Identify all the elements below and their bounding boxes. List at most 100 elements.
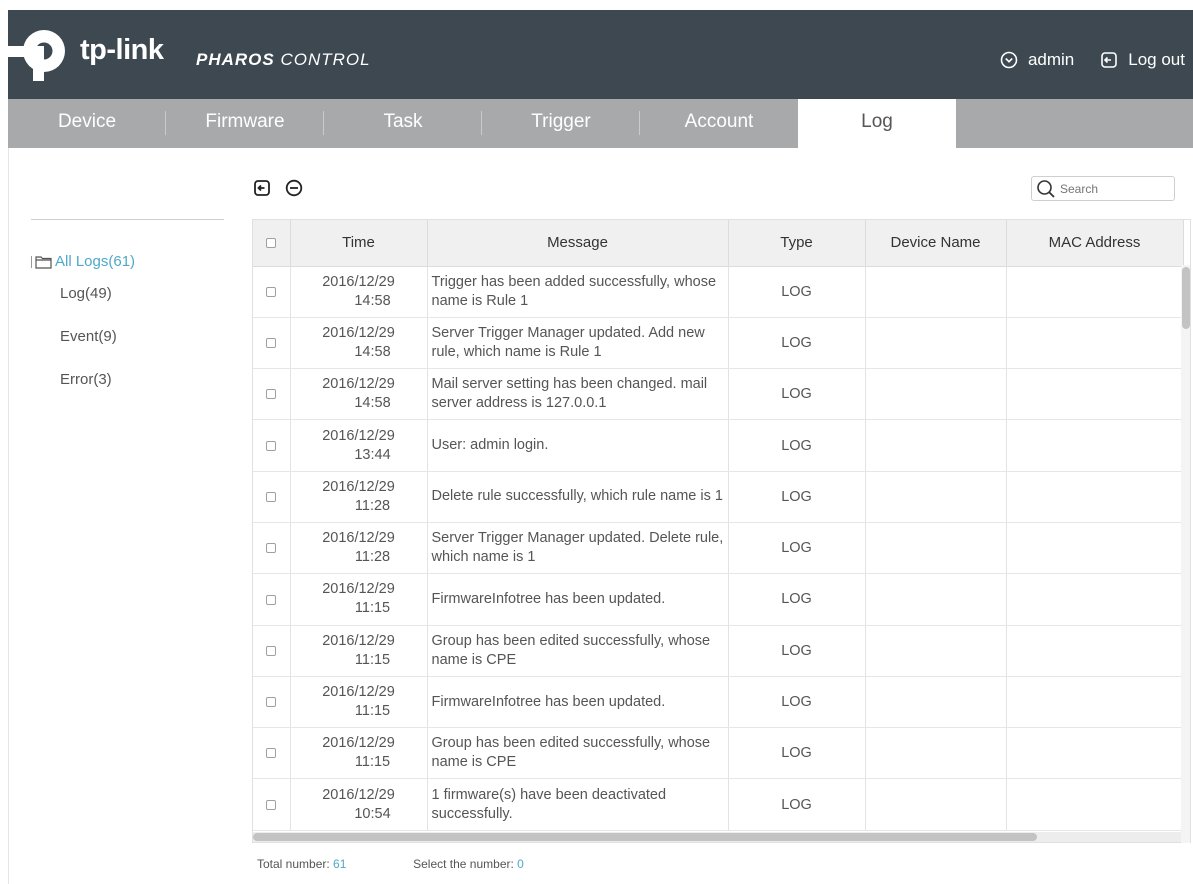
row-checkbox[interactable]	[266, 645, 277, 656]
device-name-cell	[865, 368, 1007, 421]
time-cell: 2016/12/29 11:15	[290, 625, 428, 677]
table-row[interactable]: 2016/12/29 11:15 FirmwareInfotree has been…	[253, 573, 1184, 626]
minus-circle-icon[interactable]	[285, 179, 303, 197]
type-cell: LOG	[728, 471, 866, 523]
date-text: 2016/12/29	[322, 478, 395, 495]
row-checkbox[interactable]	[266, 543, 277, 554]
row-checkbox[interactable]	[266, 389, 277, 400]
column-header-device-name[interactable]: Device Name	[865, 220, 1007, 267]
row-checkbox[interactable]	[266, 697, 277, 708]
column-header-mac-address[interactable]: MAC Address	[1006, 220, 1184, 267]
tab-device[interactable]: Device	[8, 99, 166, 148]
table-row[interactable]: 2016/12/29 14:58 Server Trigger Manager up…	[253, 317, 1184, 370]
device-name-cell	[865, 778, 1007, 831]
table-row[interactable]: 2016/12/29 14:58 Trigger has been added su…	[253, 266, 1184, 318]
table-row[interactable]: 2016/12/29 13:44 User: admin login. LOG	[253, 419, 1184, 472]
total-number-value: 61	[333, 857, 347, 871]
time-text: 10:54	[354, 805, 391, 822]
logout-link[interactable]: Log out	[1128, 50, 1185, 70]
time-text: 14:58	[354, 395, 391, 412]
date-text: 2016/12/29	[322, 427, 395, 444]
message-cell: 1 firmware(s) have been deactivated succ…	[427, 778, 729, 831]
time-cell: 2016/12/29 11:15	[290, 676, 428, 729]
table-row[interactable]: 2016/12/29 11:15 Group has been edited suc…	[253, 727, 1184, 780]
row-select-cell	[253, 625, 291, 677]
table-header-row: Time Message Type Device Name MAC Addres…	[253, 220, 1184, 267]
tree-item-all-logs[interactable]: All Logs(61)	[31, 240, 135, 283]
table-footer: Total number: 61 Select the number: 0	[257, 857, 524, 871]
message-cell: FirmwareInfotree has been updated.	[427, 676, 729, 729]
table-row[interactable]: 2016/12/29 14:58 Mail server setting has b…	[253, 368, 1184, 421]
row-checkbox[interactable]	[266, 492, 277, 502]
tree-item-log[interactable]: Log(49)	[31, 283, 135, 326]
time-cell: 2016/12/29 10:54	[290, 778, 428, 831]
product-name-bold: PHAROS	[196, 50, 275, 69]
mac-address-cell	[1006, 368, 1184, 421]
time-cell: 2016/12/29 14:58	[290, 317, 428, 370]
table-row[interactable]: 2016/12/29 11:15 FirmwareInfotree has been…	[253, 676, 1184, 729]
message-cell: Server Trigger Manager updated. Add new …	[427, 317, 729, 370]
table-row[interactable]: 2016/12/29 10:54 1 firmware(s) have been d…	[253, 778, 1184, 831]
row-checkbox[interactable]	[266, 440, 277, 451]
mac-address-cell	[1006, 522, 1184, 575]
date-text: 2016/12/29	[322, 632, 395, 649]
tp-link-logo-icon	[8, 30, 65, 81]
search-input[interactable]	[1060, 181, 1170, 196]
tab-log[interactable]: Log	[798, 99, 956, 148]
tree-item-event[interactable]: Event(9)	[31, 326, 135, 369]
time-text: 14:58	[354, 343, 391, 360]
sidebar-divider	[31, 219, 224, 220]
table-row[interactable]: 2016/12/29 11:15 Group has been edited suc…	[253, 625, 1184, 677]
product-name-light: CONTROL	[280, 50, 371, 69]
time-cell: 2016/12/29 11:28	[290, 522, 428, 575]
row-checkbox[interactable]	[266, 286, 277, 297]
time-text: 11:28	[354, 497, 391, 514]
row-checkbox[interactable]	[266, 799, 277, 810]
search-icon	[1037, 179, 1055, 198]
column-header-message[interactable]: Message	[427, 220, 729, 267]
tab-task[interactable]: Task	[324, 99, 482, 148]
type-cell: LOG	[728, 727, 866, 780]
user-name[interactable]: admin	[1028, 50, 1074, 70]
mac-address-cell	[1006, 676, 1184, 729]
logout-icon[interactable]	[1100, 51, 1118, 69]
time-text: 11:15	[354, 600, 391, 617]
device-name-cell	[865, 266, 1007, 318]
row-select-cell	[253, 522, 291, 575]
table-row[interactable]: 2016/12/29 11:28 Delete rule successfully,…	[253, 471, 1184, 523]
column-header-time[interactable]: Time	[290, 220, 428, 267]
type-cell: LOG	[728, 317, 866, 370]
mac-address-cell	[1006, 727, 1184, 780]
folder-icon	[35, 255, 52, 269]
vertical-scrollbar-thumb[interactable]	[1182, 267, 1190, 329]
tab-trigger[interactable]: Trigger	[482, 99, 640, 148]
vertical-scrollbar-track[interactable]	[1181, 265, 1190, 843]
mac-address-cell	[1006, 625, 1184, 677]
select-all-checkbox[interactable]	[266, 238, 277, 249]
row-checkbox[interactable]	[266, 748, 277, 759]
tree-item-error[interactable]: Error(3)	[31, 369, 135, 412]
table-row[interactable]: 2016/12/29 11:28 Server Trigger Manager up…	[253, 522, 1184, 575]
row-checkbox[interactable]	[266, 338, 277, 349]
total-number-label: Total number:	[257, 857, 334, 871]
type-cell: LOG	[728, 419, 866, 472]
search-box[interactable]	[1031, 176, 1175, 201]
time-text: 11:15	[354, 651, 391, 668]
user-dropdown-icon[interactable]	[1000, 51, 1018, 69]
export-icon[interactable]	[253, 179, 271, 197]
device-name-cell	[865, 625, 1007, 677]
date-text: 2016/12/29	[322, 581, 395, 598]
column-header-type[interactable]: Type	[728, 220, 866, 267]
selected-number-value: 0	[517, 857, 524, 871]
log-table-container: Time Message Type Device Name MAC Addres…	[252, 219, 1191, 843]
mac-address-cell	[1006, 778, 1184, 831]
tab-firmware[interactable]: Firmware	[166, 99, 324, 148]
date-text: 2016/12/29	[322, 786, 395, 803]
mac-address-cell	[1006, 573, 1184, 626]
device-name-cell	[865, 727, 1007, 780]
type-cell: LOG	[728, 573, 866, 626]
tab-account[interactable]: Account	[640, 99, 798, 148]
mac-address-cell	[1006, 317, 1184, 370]
horizontal-scrollbar-thumb[interactable]	[253, 833, 1037, 841]
row-checkbox[interactable]	[266, 594, 277, 605]
